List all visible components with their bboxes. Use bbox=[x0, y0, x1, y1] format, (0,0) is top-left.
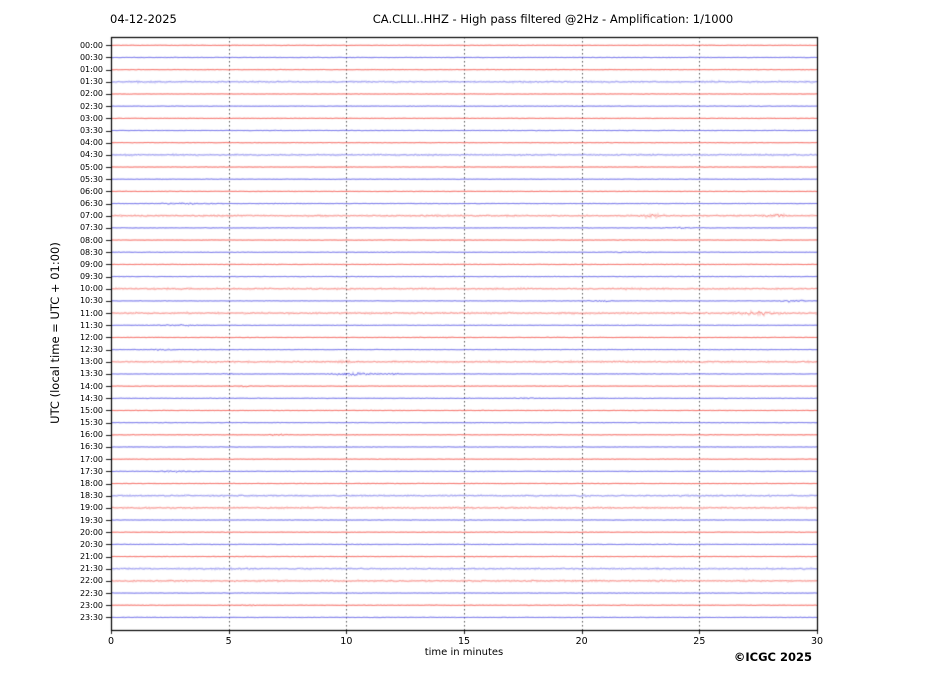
y-tick-label: 01:30 bbox=[79, 77, 103, 87]
y-tick-label: 17:30 bbox=[79, 466, 103, 476]
y-tick-label: 18:00 bbox=[79, 479, 103, 488]
y-tick-label: 03:30 bbox=[79, 126, 103, 135]
y-tick-label: 16:30 bbox=[79, 442, 103, 452]
y-tick-label: 06:30 bbox=[79, 199, 103, 209]
y-tick-label: 14:30 bbox=[79, 393, 103, 403]
y-tick-label: 10:30 bbox=[79, 296, 103, 306]
y-tick-label: 16:00 bbox=[79, 430, 103, 440]
y-tick-label: 22:30 bbox=[79, 588, 103, 598]
y-tick-label: 09:00 bbox=[79, 259, 103, 269]
x-tick-label: 0 bbox=[107, 636, 115, 647]
y-tick-label: 11:00 bbox=[79, 308, 103, 318]
y-tick-label: 05:30 bbox=[79, 174, 103, 184]
y-tick-label: 15:30 bbox=[79, 418, 103, 428]
x-tick-label: 20 bbox=[575, 636, 588, 647]
x-tick-label: 25 bbox=[693, 636, 706, 647]
y-tick-label: 21:00 bbox=[79, 552, 103, 562]
y-tick-label: 08:30 bbox=[79, 247, 103, 257]
y-tick-label: 23:30 bbox=[79, 612, 103, 622]
plot-title: CA.CLLI..HHZ - High pass filtered @2Hz -… bbox=[372, 12, 734, 26]
y-tick-label: 23:00 bbox=[79, 600, 103, 610]
y-tick-label: 22:00 bbox=[79, 576, 103, 586]
y-tick-label: 02:00 bbox=[79, 89, 103, 99]
y-tick-label: 04:30 bbox=[79, 150, 103, 160]
y-tick-label: 02:30 bbox=[79, 101, 103, 111]
y-tick-label: 15:00 bbox=[79, 405, 103, 415]
y-tick-label: 19:00 bbox=[79, 503, 103, 513]
y-tick-label: 06:00 bbox=[79, 186, 103, 196]
y-tick-label: 21:30 bbox=[79, 564, 103, 574]
y-tick-label: 17:00 bbox=[79, 454, 103, 464]
y-tick-label: 07:30 bbox=[79, 223, 103, 233]
y-tick-label: 00:00 bbox=[79, 40, 103, 50]
y-tick-label: 10:00 bbox=[79, 284, 103, 294]
helicorder-plot-canvas bbox=[0, 0, 927, 696]
y-tick-label: 20:30 bbox=[79, 539, 103, 549]
y-tick-label: 12:30 bbox=[79, 345, 103, 355]
copyright-text: ©ICGC 2025 bbox=[733, 650, 812, 664]
y-tick-label: 00:30 bbox=[79, 52, 103, 62]
y-tick-label: 19:30 bbox=[79, 515, 103, 525]
y-tick-label: 05:00 bbox=[79, 162, 103, 172]
y-tick-label: 09:30 bbox=[79, 272, 103, 282]
y-tick-label: 03:00 bbox=[79, 113, 103, 123]
record-date: 04-12-2025 bbox=[110, 12, 177, 26]
y-tick-label: 13:00 bbox=[79, 357, 103, 367]
y-tick-label: 11:30 bbox=[79, 320, 103, 330]
y-tick-label: 13:30 bbox=[79, 369, 103, 379]
y-tick-label: 01:00 bbox=[79, 65, 103, 75]
y-tick-label: 08:00 bbox=[79, 235, 103, 245]
y-tick-label: 07:00 bbox=[79, 211, 103, 221]
y-tick-label: 14:00 bbox=[79, 381, 103, 391]
x-tick-label: 10 bbox=[340, 636, 353, 647]
x-tick-label: 15 bbox=[457, 636, 471, 647]
y-tick-label: 20:00 bbox=[79, 527, 103, 537]
y-tick-label: 18:30 bbox=[79, 491, 103, 501]
x-tick-label: 5 bbox=[225, 636, 232, 647]
x-axis-label: time in minutes bbox=[424, 647, 504, 658]
x-tick-label: 30 bbox=[810, 636, 824, 647]
y-tick-label: 04:00 bbox=[79, 138, 103, 148]
helicorder-figure: 04-12-2025 CA.CLLI..HHZ - High pass filt… bbox=[0, 0, 927, 696]
y-tick-label: 12:00 bbox=[79, 332, 103, 342]
